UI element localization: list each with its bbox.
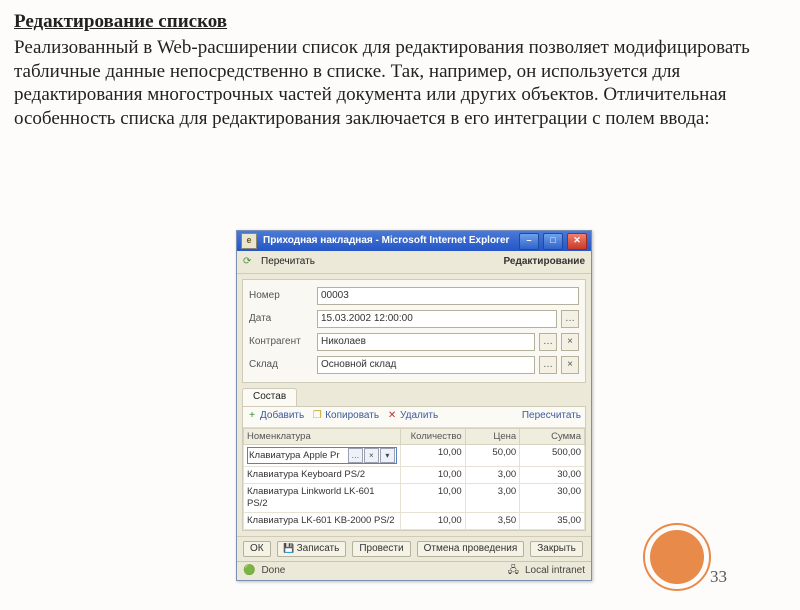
field-label: Номер: [249, 290, 313, 303]
maximize-button[interactable]: □: [543, 233, 563, 250]
plus-icon: +: [247, 412, 257, 422]
table-row[interactable]: Клавиатура LK-601 KB-2000 PS/2 10,00 3,5…: [244, 513, 585, 530]
contragent-input[interactable]: Николаев: [317, 333, 535, 351]
recalc-action[interactable]: Пересчитать: [522, 410, 581, 423]
cell-sum: 30,00: [520, 467, 585, 484]
contragent-clear-button[interactable]: ×: [561, 333, 579, 351]
cell-sum[interactable]: 500,00: [520, 445, 585, 467]
cell-name: Клавиатура Keyboard PS/2: [244, 467, 401, 484]
col-sum[interactable]: Сумма: [520, 428, 585, 445]
action-bar: ОК 💾Записать Провести Отмена проведения …: [237, 536, 591, 561]
field-row-number: Номер 00003: [249, 286, 579, 306]
name-edit-cell[interactable]: Клавиатура Apple Pr … × ▾: [247, 447, 397, 464]
list-toolbar: +Добавить ❐Копировать ✕Удалить Пересчита…: [243, 407, 585, 428]
cell-name: Клавиатура Linkworld LK-601 PS/2: [244, 484, 401, 513]
field-row-contragent: Контрагент Николаев … ×: [249, 332, 579, 352]
zone-text: Local intranet: [525, 565, 585, 578]
cell-qty: 10,00: [400, 513, 465, 530]
col-price[interactable]: Цена: [465, 428, 520, 445]
cell-qty: 10,00: [400, 484, 465, 513]
titlebar: e Приходная накладная - Microsoft Intern…: [237, 231, 591, 251]
table-row[interactable]: Клавиатура Keyboard PS/2 10,00 3,00 30,0…: [244, 467, 585, 484]
app-window: e Приходная накладная - Microsoft Intern…: [236, 230, 592, 581]
cell-browse-button[interactable]: …: [348, 448, 363, 463]
table-row[interactable]: Клавиатура Apple Pr … × ▾ 10,00 50,00 50…: [244, 445, 585, 467]
field-label: Контрагент: [249, 336, 313, 349]
delete-icon: ✕: [387, 412, 397, 422]
cell-dropdown-button[interactable]: ▾: [380, 448, 395, 463]
tab-sostav[interactable]: Состав: [242, 388, 297, 406]
table-row[interactable]: Клавиатура Linkworld LK-601 PS/2 10,00 3…: [244, 484, 585, 513]
close-action-button[interactable]: Закрыть: [530, 541, 583, 558]
reload-action[interactable]: Перечитать: [261, 256, 315, 269]
app-icon: e: [241, 233, 257, 249]
cell-sum: 35,00: [520, 513, 585, 530]
add-action[interactable]: +Добавить: [247, 410, 304, 423]
field-label: Склад: [249, 359, 313, 372]
slide-heading: Редактирование списков: [14, 10, 800, 34]
date-input[interactable]: 15.03.2002 12:00:00: [317, 310, 557, 328]
field-row-warehouse: Склад Основной склад … ×: [249, 355, 579, 375]
app-toolbar: ⟳ Перечитать Редактирование: [237, 251, 591, 274]
copy-icon: ❐: [312, 412, 322, 422]
status-bar: 🟢 Done 🖧 Local intranet: [237, 561, 591, 580]
field-row-date: Дата 15.03.2002 12:00:00 …: [249, 309, 579, 329]
col-qty[interactable]: Количество: [400, 428, 465, 445]
contragent-browse-button[interactable]: …: [539, 333, 557, 351]
delete-action[interactable]: ✕Удалить: [387, 410, 438, 423]
status-text: Done: [261, 565, 285, 578]
zone-icon: 🖧: [508, 565, 519, 578]
cell-qty[interactable]: 10,00: [400, 445, 465, 467]
cell-name: Клавиатура LK-601 KB-2000 PS/2: [244, 513, 401, 530]
col-name[interactable]: Номенклатура: [244, 428, 401, 445]
warehouse-input[interactable]: Основной склад: [317, 356, 535, 374]
cell-price: 3,50: [465, 513, 520, 530]
list-panel: +Добавить ❐Копировать ✕Удалить Пересчита…: [242, 406, 586, 531]
copy-action[interactable]: ❐Копировать: [312, 410, 379, 423]
ok-button[interactable]: ОК: [243, 541, 271, 558]
unpost-button[interactable]: Отмена проведения: [417, 541, 525, 558]
form-panel: Номер 00003 Дата 15.03.2002 12:00:00 … К…: [242, 279, 586, 383]
refresh-icon: ⟳: [243, 256, 255, 268]
tabstrip: Состав: [242, 388, 586, 406]
date-browse-button[interactable]: …: [561, 310, 579, 328]
mode-label: Редактирование: [504, 256, 585, 269]
warehouse-clear-button[interactable]: ×: [561, 356, 579, 374]
items-table: Номенклатура Количество Цена Сумма Клави…: [243, 428, 585, 530]
minimize-button[interactable]: –: [519, 233, 539, 250]
decorative-circle: [650, 530, 704, 584]
cell-clear-button[interactable]: ×: [364, 448, 379, 463]
window-title: Приходная накладная - Microsoft Internet…: [261, 235, 515, 248]
cell-sum: 30,00: [520, 484, 585, 513]
cell-price: 3,00: [465, 484, 520, 513]
status-done-icon: 🟢: [243, 565, 255, 578]
field-label: Дата: [249, 313, 313, 326]
close-button[interactable]: ✕: [567, 233, 587, 250]
cell-qty: 10,00: [400, 467, 465, 484]
disk-icon: 💾: [284, 544, 294, 554]
cell-price[interactable]: 50,00: [465, 445, 520, 467]
save-button[interactable]: 💾Записать: [277, 541, 347, 558]
warehouse-browse-button[interactable]: …: [539, 356, 557, 374]
post-button[interactable]: Провести: [352, 541, 410, 558]
number-input[interactable]: 00003: [317, 287, 579, 305]
slide-paragraph: Реализованный в Web-расширении список дл…: [14, 36, 788, 131]
page-number: 33: [710, 566, 727, 587]
cell-price: 3,00: [465, 467, 520, 484]
